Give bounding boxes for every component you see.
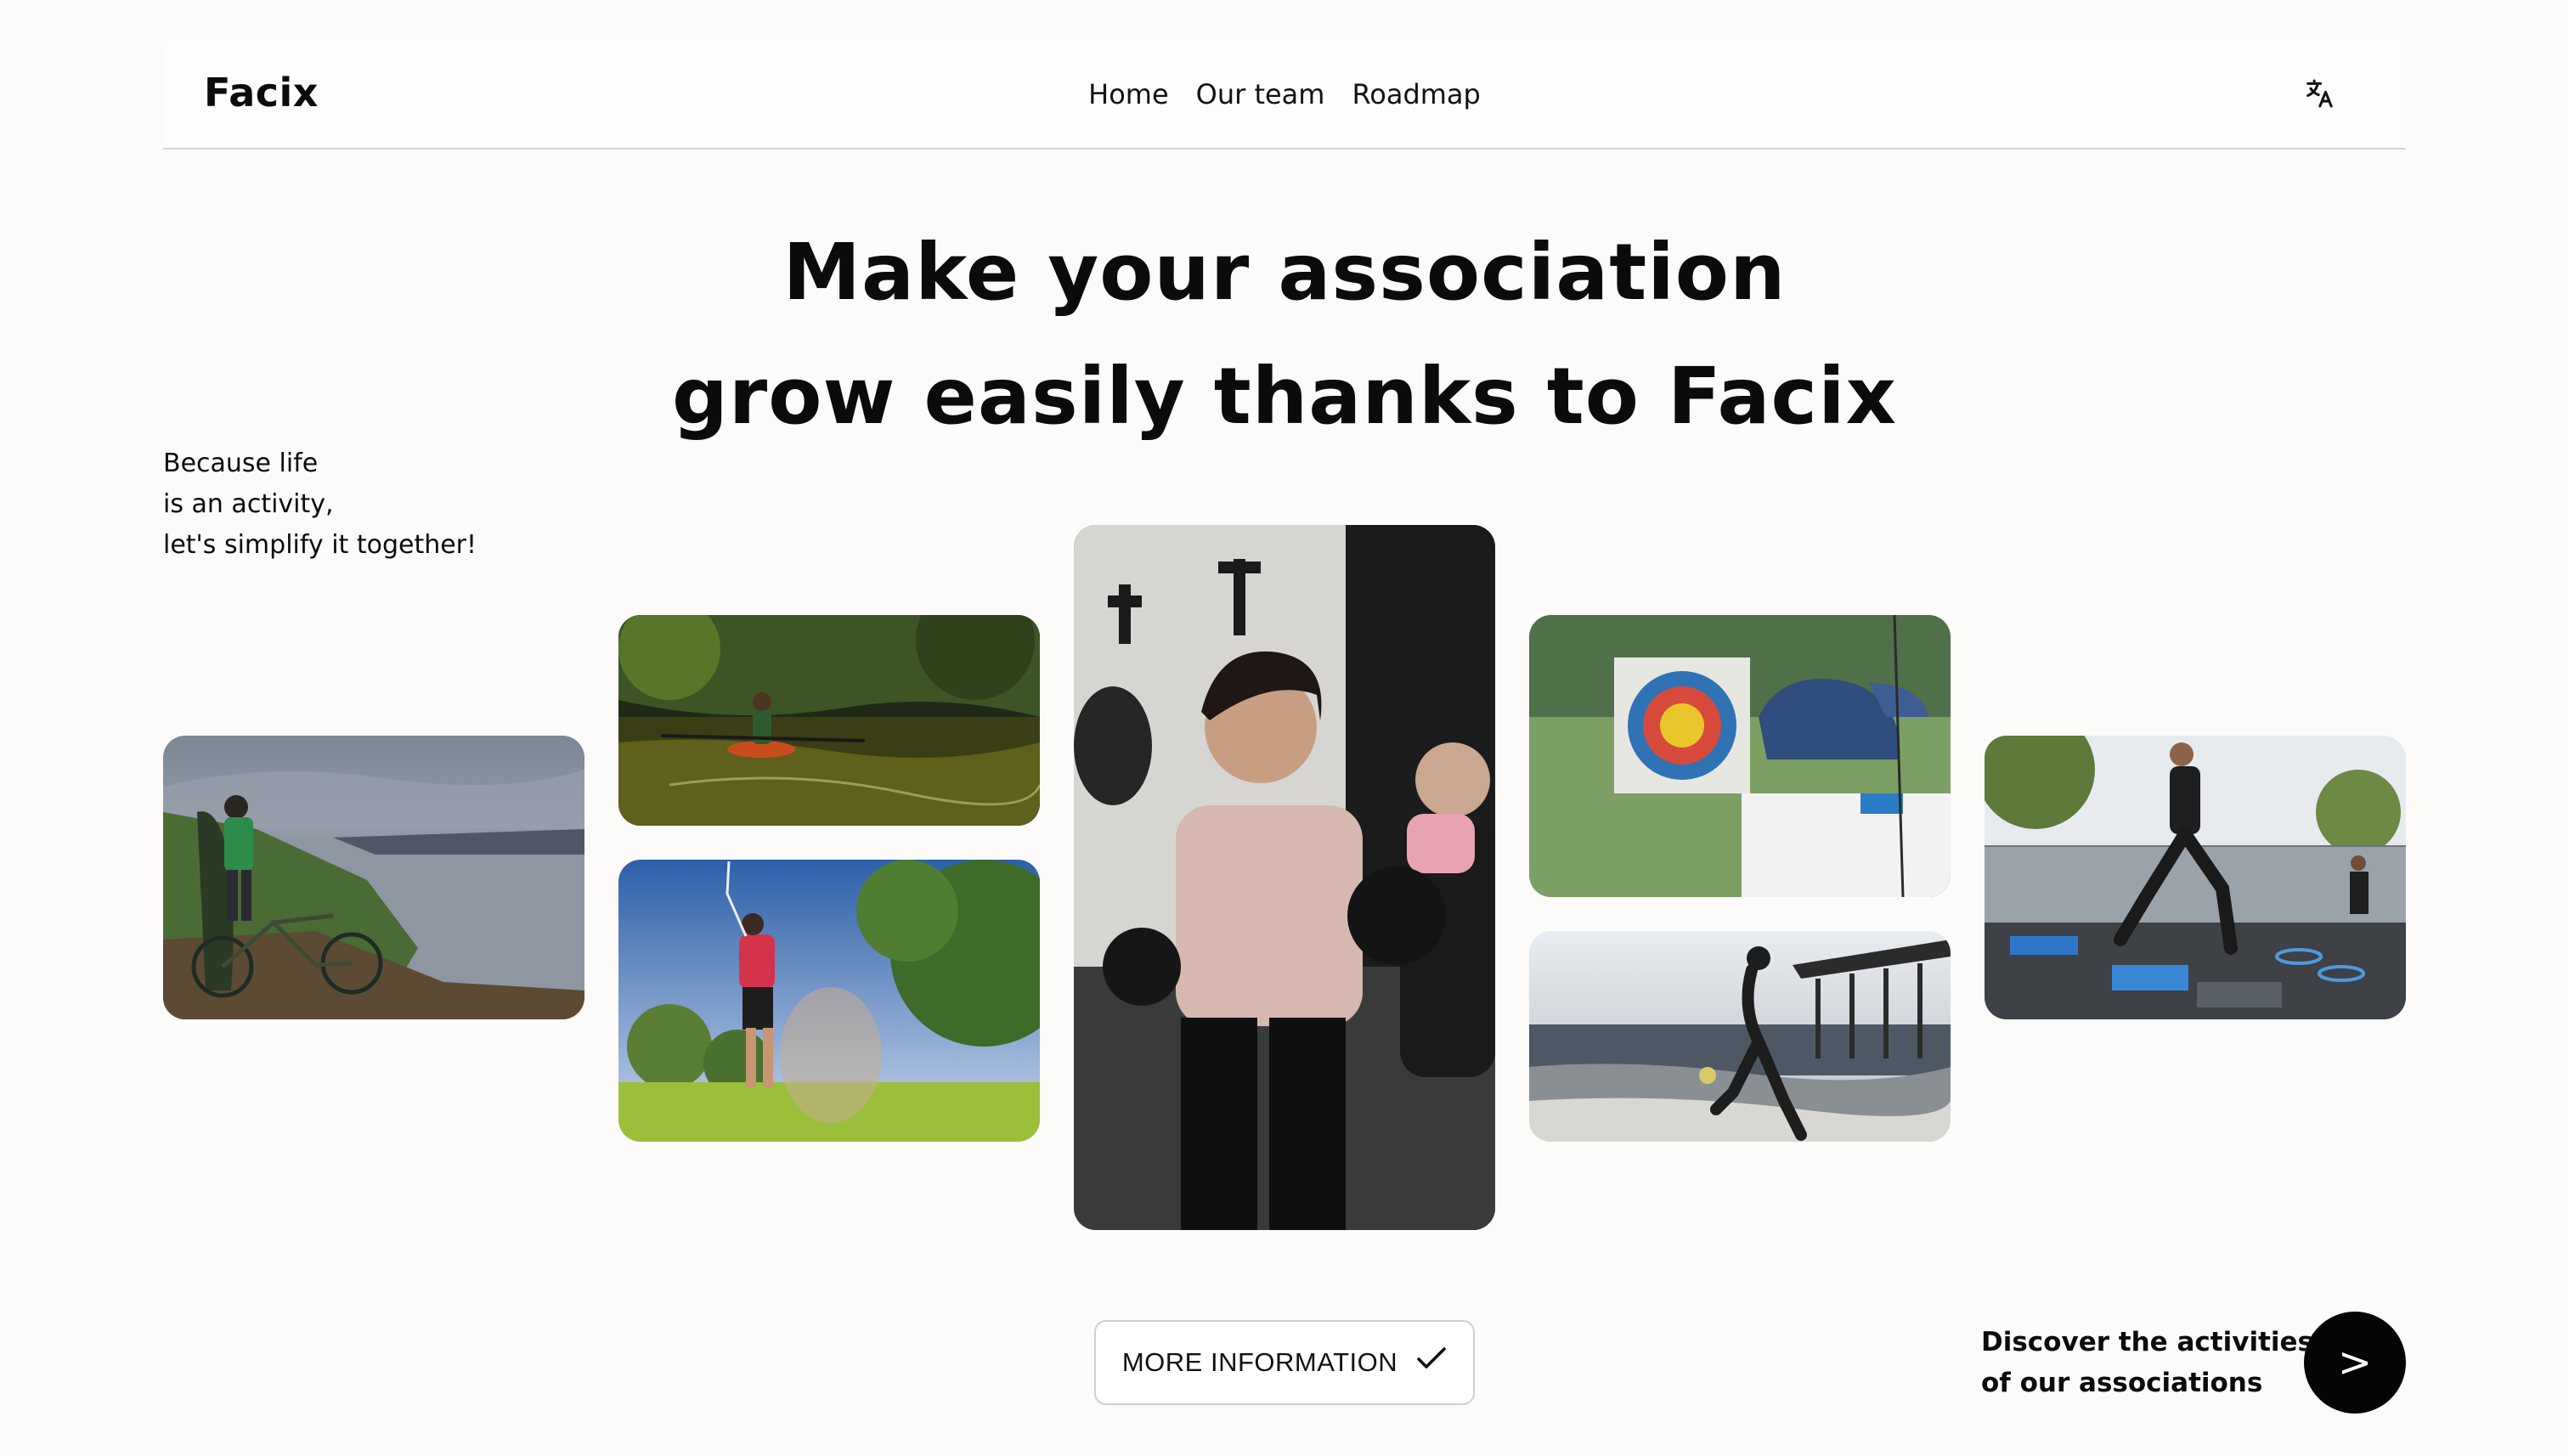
check-icon (1416, 1346, 1447, 1379)
landing-page: Facix Home Our team Roadmap Make your as… (0, 0, 2569, 1456)
tagline-line-1: Because life (163, 449, 319, 478)
discover-line-1: Discover the activities (1981, 1327, 2313, 1357)
tagline-line-3: let's simplify it together! (163, 530, 477, 560)
translate-icon[interactable] (2299, 73, 2340, 114)
hero-title-line-2: grow easily thanks to Facix (672, 351, 1897, 442)
chevron-right-icon: > (2337, 1339, 2373, 1386)
more-information-label: MORE INFORMATION (1121, 1347, 1398, 1377)
main-nav: Home Our team Roadmap (163, 78, 2406, 110)
nav-roadmap[interactable]: Roadmap (1352, 78, 1480, 110)
boxing-women-photo (1074, 525, 1495, 1230)
hero-title: Make your association grow easily thanks… (0, 211, 2569, 459)
hero-title-line-1: Make your association (782, 227, 1787, 318)
tagline-line-2: is an activity, (163, 489, 334, 519)
cyclist-on-cliff-photo (163, 736, 584, 1019)
golfer-swing-photo (618, 860, 1040, 1142)
tagline: Because life is an activity, let's simpl… (163, 443, 477, 566)
agility-training-photo (1985, 736, 2406, 1019)
archery-target-photo (1529, 615, 1951, 897)
more-information-button[interactable]: MORE INFORMATION (1094, 1320, 1475, 1405)
discover-line-2: of our associations (1981, 1368, 2263, 1398)
nav-our-team[interactable]: Our team (1196, 78, 1325, 110)
discover-activities-text: Discover the activities of our associati… (1981, 1322, 2313, 1403)
kayaker-on-river-photo (618, 615, 1040, 826)
nav-home[interactable]: Home (1088, 78, 1169, 110)
next-arrow-button[interactable]: > (2304, 1312, 2406, 1414)
beach-runner-photo (1529, 931, 1951, 1142)
top-header: Facix Home Our team Roadmap (163, 41, 2406, 150)
